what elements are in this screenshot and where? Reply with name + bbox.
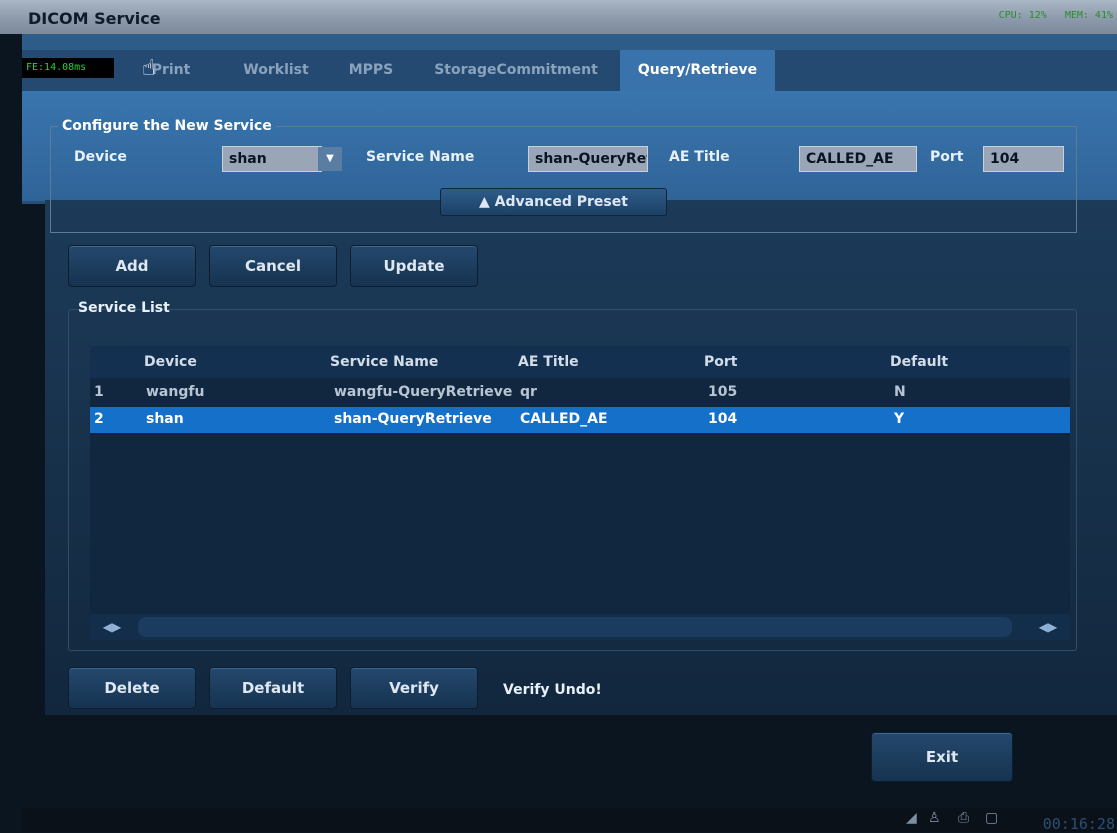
table-row-selected[interactable]: 2 shan shan-QueryRetrieve CALLED_AE 104 …	[90, 407, 1070, 433]
chevron-down-icon[interactable]: ▼	[318, 147, 342, 171]
advanced-preset-label: Advanced Preset	[494, 194, 628, 210]
column-default[interactable]: Default	[890, 354, 948, 370]
left-strip	[0, 34, 22, 832]
clock: 00:16:28	[1042, 815, 1115, 833]
column-ae-title[interactable]: AE Title	[518, 354, 579, 370]
config-legend: Configure the New Service	[58, 118, 276, 134]
device-label: Device	[74, 149, 127, 165]
scroll-arrows-left-icon[interactable]: ◀▶	[92, 617, 132, 637]
tab-worklist[interactable]: Worklist	[226, 50, 326, 91]
network-icon: ◢	[906, 810, 917, 826]
tab-query-retrieve[interactable]: Query/Retrieve	[620, 50, 775, 91]
perf-readout: CPU: 12% MEM: 41%	[999, 10, 1113, 21]
cpu-readout: CPU: 12%	[998, 10, 1047, 21]
scrollbar-thumb[interactable]	[138, 617, 1012, 637]
verify-status-text: Verify Undo!	[503, 682, 602, 698]
scroll-arrows-right-icon[interactable]: ◀▶	[1028, 617, 1068, 637]
row-device: wangfu	[146, 384, 205, 400]
user-icon: ♙	[928, 810, 941, 826]
table-header: Device Service Name AE Title Port Defaul…	[90, 346, 1070, 378]
row-port: 105	[708, 384, 738, 400]
title-bar	[0, 0, 1117, 34]
service-name-label: Service Name	[366, 149, 475, 165]
service-list-legend: Service List	[78, 300, 170, 316]
row-index: 1	[94, 384, 104, 400]
monitor-icon: ▢	[985, 810, 999, 826]
row-ae-title: qr	[520, 384, 537, 400]
cancel-button[interactable]: Cancel	[209, 245, 337, 287]
delete-button[interactable]: Delete	[68, 667, 196, 709]
ae-title-field[interactable]: CALLED_AE	[799, 146, 917, 172]
column-port[interactable]: Port	[704, 354, 737, 370]
hand-cursor-icon: ☝	[142, 56, 156, 81]
frame-time-readout: FE:14.08ms	[22, 58, 114, 78]
row-service-name: shan-QueryRetrieve	[334, 411, 492, 427]
row-index: 2	[94, 411, 104, 427]
service-name-field[interactable]: shan-QueryRet	[528, 146, 648, 172]
port-label: Port	[930, 149, 964, 165]
tab-bar: Print Worklist MPPS StorageCommitment Qu…	[22, 50, 1117, 91]
advanced-preset-button[interactable]: ▲ Advanced Preset	[440, 188, 667, 216]
add-button[interactable]: Add	[68, 245, 196, 287]
row-device: shan	[146, 411, 184, 427]
table-row[interactable]: 1 wangfu wangfu-QueryRetrieve qr 105 N	[90, 380, 1070, 406]
device-dropdown[interactable]: shan	[222, 146, 322, 172]
ae-title-label: AE Title	[669, 149, 730, 165]
status-bar	[22, 808, 1117, 832]
column-device[interactable]: Device	[144, 354, 197, 370]
default-button[interactable]: Default	[209, 667, 337, 709]
verify-button[interactable]: Verify	[350, 667, 478, 709]
update-button[interactable]: Update	[350, 245, 478, 287]
row-service-name: wangfu-QueryRetrieve	[334, 384, 513, 400]
mem-readout: MEM: 41%	[1064, 10, 1113, 21]
printer-icon: ⎙	[958, 810, 970, 826]
column-service-name[interactable]: Service Name	[330, 354, 438, 370]
tab-mpps[interactable]: MPPS	[336, 50, 406, 91]
row-default: Y	[894, 411, 905, 427]
row-port: 104	[708, 411, 738, 427]
row-default: N	[894, 384, 906, 400]
tab-storagecommitment[interactable]: StorageCommitment	[416, 50, 616, 91]
port-field[interactable]: 104	[983, 146, 1064, 172]
row-ae-title: CALLED_AE	[520, 411, 608, 427]
tab-print[interactable]: Print	[126, 50, 216, 91]
exit-button[interactable]: Exit	[871, 732, 1013, 782]
window-title: DICOM Service	[28, 9, 161, 28]
